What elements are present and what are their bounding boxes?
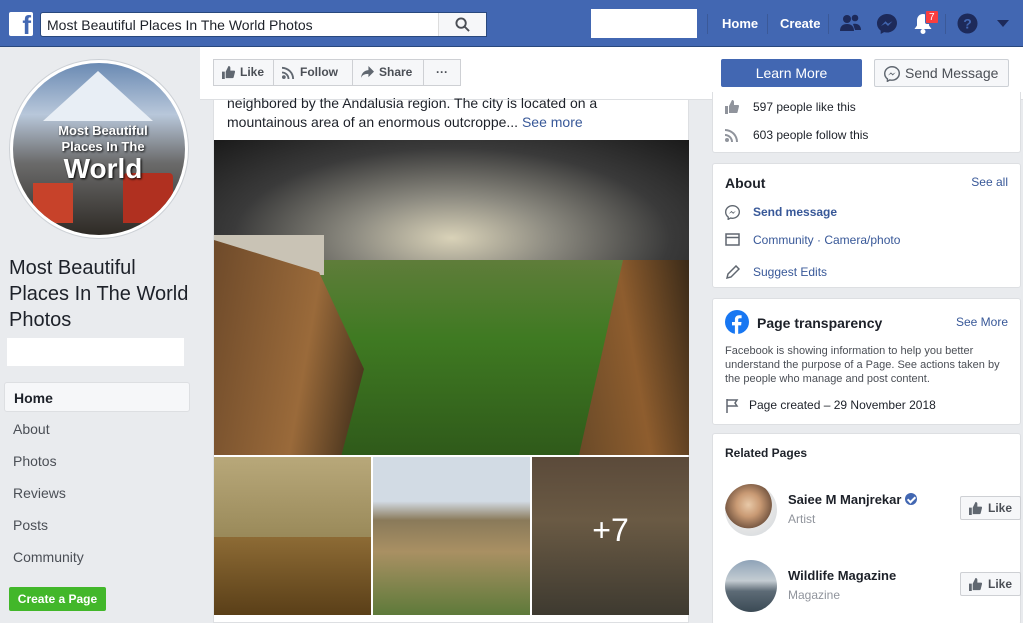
- thumbnail-gorge: [214, 537, 371, 615]
- related-page-avatar[interactable]: [725, 560, 777, 612]
- avatar-text-line-1: Most Beautiful: [58, 123, 148, 138]
- search-query-text: Most Beautiful Places In The World Photo…: [47, 17, 313, 33]
- facebook-logo-icon[interactable]: f: [9, 12, 33, 36]
- page-created-text: Page created – 29 November 2018: [749, 398, 936, 412]
- post-text-line-1: neighbored by the Andalusia region. The …: [227, 95, 598, 111]
- transparency-description: Facebook is showing information to help …: [725, 345, 1000, 385]
- messenger-icon: [725, 205, 740, 220]
- post-main-photo[interactable]: [214, 140, 689, 455]
- share-arrow-icon: [361, 66, 374, 79]
- thumbs-up-icon: [725, 100, 739, 114]
- related-page-like-button[interactable]: Like: [960, 496, 1021, 520]
- share-page-button[interactable]: Share: [352, 59, 424, 86]
- thumbs-up-icon: [222, 66, 235, 79]
- help-icon[interactable]: ?: [957, 13, 978, 34]
- likes-count-text: 597 people like this: [753, 100, 856, 114]
- about-card: About See all Send message Community · C…: [712, 163, 1021, 288]
- transparency-title: Page transparency: [757, 315, 883, 331]
- post-card: neighbored by the Andalusia region. The …: [213, 95, 689, 623]
- divider: [707, 14, 708, 34]
- like-page-button[interactable]: Like: [213, 59, 274, 86]
- category-tag-icon: [725, 233, 740, 246]
- related-page-item[interactable]: Wildlife Magazine Magazine Like: [725, 560, 1021, 616]
- divider: [828, 14, 829, 34]
- page-username-redacted: [7, 338, 184, 366]
- flag-icon: [726, 399, 739, 413]
- facebook-circle-icon: [725, 310, 749, 334]
- follow-label: Follow: [300, 65, 338, 79]
- follows-count-text: 603 people follow this: [753, 128, 869, 142]
- post-thumbnail-2[interactable]: [373, 457, 530, 615]
- nav-create-link[interactable]: Create: [780, 16, 820, 31]
- nav-home-link[interactable]: Home: [722, 16, 758, 31]
- sidebar-item-posts[interactable]: Posts: [4, 510, 190, 540]
- follow-page-button[interactable]: Follow: [273, 59, 353, 86]
- sidebar-item-reviews[interactable]: Reviews: [4, 478, 190, 508]
- about-send-message-link[interactable]: Send message: [753, 205, 837, 219]
- about-category-link[interactable]: Community · Camera/photo: [753, 233, 900, 247]
- related-page-name[interactable]: Saiee M Manjrekar: [788, 492, 918, 507]
- page-stats-card: 597 people like this 603 people follow t…: [712, 92, 1021, 153]
- share-label: Share: [379, 65, 413, 79]
- sidebar-item-photos[interactable]: Photos: [4, 446, 190, 476]
- thumbs-up-icon: [969, 502, 982, 515]
- divider: [945, 14, 946, 34]
- avatar-text-line-2: Places In The: [61, 139, 145, 154]
- create-page-button[interactable]: Create a Page: [9, 587, 106, 611]
- top-navigation-bar: f Most Beautiful Places In The World Pho…: [0, 0, 1023, 47]
- related-page-category: Artist: [788, 512, 816, 526]
- related-page-avatar[interactable]: [725, 484, 777, 536]
- pencil-icon: [725, 265, 740, 280]
- sidebar-item-community[interactable]: Community: [4, 542, 190, 572]
- sidebar-item-home[interactable]: Home: [4, 382, 190, 412]
- send-message-button[interactable]: Send Message: [874, 59, 1009, 87]
- verified-badge-icon: [905, 493, 918, 505]
- see-more-link[interactable]: See more: [522, 114, 583, 130]
- pagoda-shape: [33, 183, 73, 223]
- profile-shortcut-redacted[interactable]: [591, 9, 697, 38]
- search-input[interactable]: Most Beautiful Places In The World Photo…: [40, 12, 487, 37]
- more-options-button[interactable]: ···: [423, 59, 461, 86]
- friends-icon[interactable]: [840, 13, 862, 33]
- about-see-all-link[interactable]: See all: [971, 175, 1008, 189]
- post-thumbnail-3[interactable]: +7: [532, 457, 689, 615]
- thumbs-up-icon: [969, 578, 982, 591]
- messenger-icon: [884, 66, 900, 82]
- avatar-text-line-3: World: [63, 153, 143, 184]
- page-transparency-card: Page transparency See More Facebook is s…: [712, 298, 1021, 425]
- rss-follow-icon: [282, 66, 295, 79]
- page-profile-picture[interactable]: Most Beautiful Places In The World: [10, 60, 188, 238]
- like-label: Like: [240, 65, 265, 79]
- related-pages-title: Related Pages: [725, 446, 808, 460]
- sidebar-item-about[interactable]: About: [4, 414, 190, 444]
- svg-text:?: ?: [963, 16, 972, 32]
- suggest-edits-link[interactable]: Suggest Edits: [753, 265, 827, 279]
- related-page-category: Magazine: [788, 588, 841, 602]
- related-page-like-button[interactable]: Like: [960, 572, 1021, 596]
- page-left-column: Most Beautiful Places In The World Most …: [0, 47, 200, 623]
- rss-follow-icon: [725, 129, 738, 142]
- transparency-see-more-link[interactable]: See More: [956, 315, 1008, 329]
- notification-count-badge: 7: [925, 10, 939, 24]
- send-message-label: Send Message: [905, 65, 999, 81]
- post-text-line-2: mountainous area of an enormous outcropp…: [227, 114, 519, 130]
- more-photos-count: +7: [592, 512, 629, 548]
- page-title[interactable]: Most Beautiful Places In The World Photo…: [9, 255, 197, 333]
- post-thumbnail-1[interactable]: [214, 457, 371, 615]
- account-menu-caret-icon[interactable]: [997, 20, 1009, 28]
- messenger-icon[interactable]: [876, 13, 898, 35]
- search-button[interactable]: [438, 13, 486, 36]
- related-page-item[interactable]: Saiee M Manjrekar Artist Like: [725, 484, 1021, 540]
- post-text: neighbored by the Andalusia region. The …: [227, 94, 682, 132]
- divider: [767, 14, 768, 34]
- related-pages-card: Related Pages Saiee M Manjrekar Artist L…: [712, 433, 1021, 623]
- about-title: About: [725, 175, 766, 191]
- mountain-shape: [43, 71, 153, 121]
- learn-more-button[interactable]: Learn More: [721, 59, 862, 87]
- search-icon: [455, 17, 470, 32]
- related-page-name[interactable]: Wildlife Magazine: [788, 568, 896, 583]
